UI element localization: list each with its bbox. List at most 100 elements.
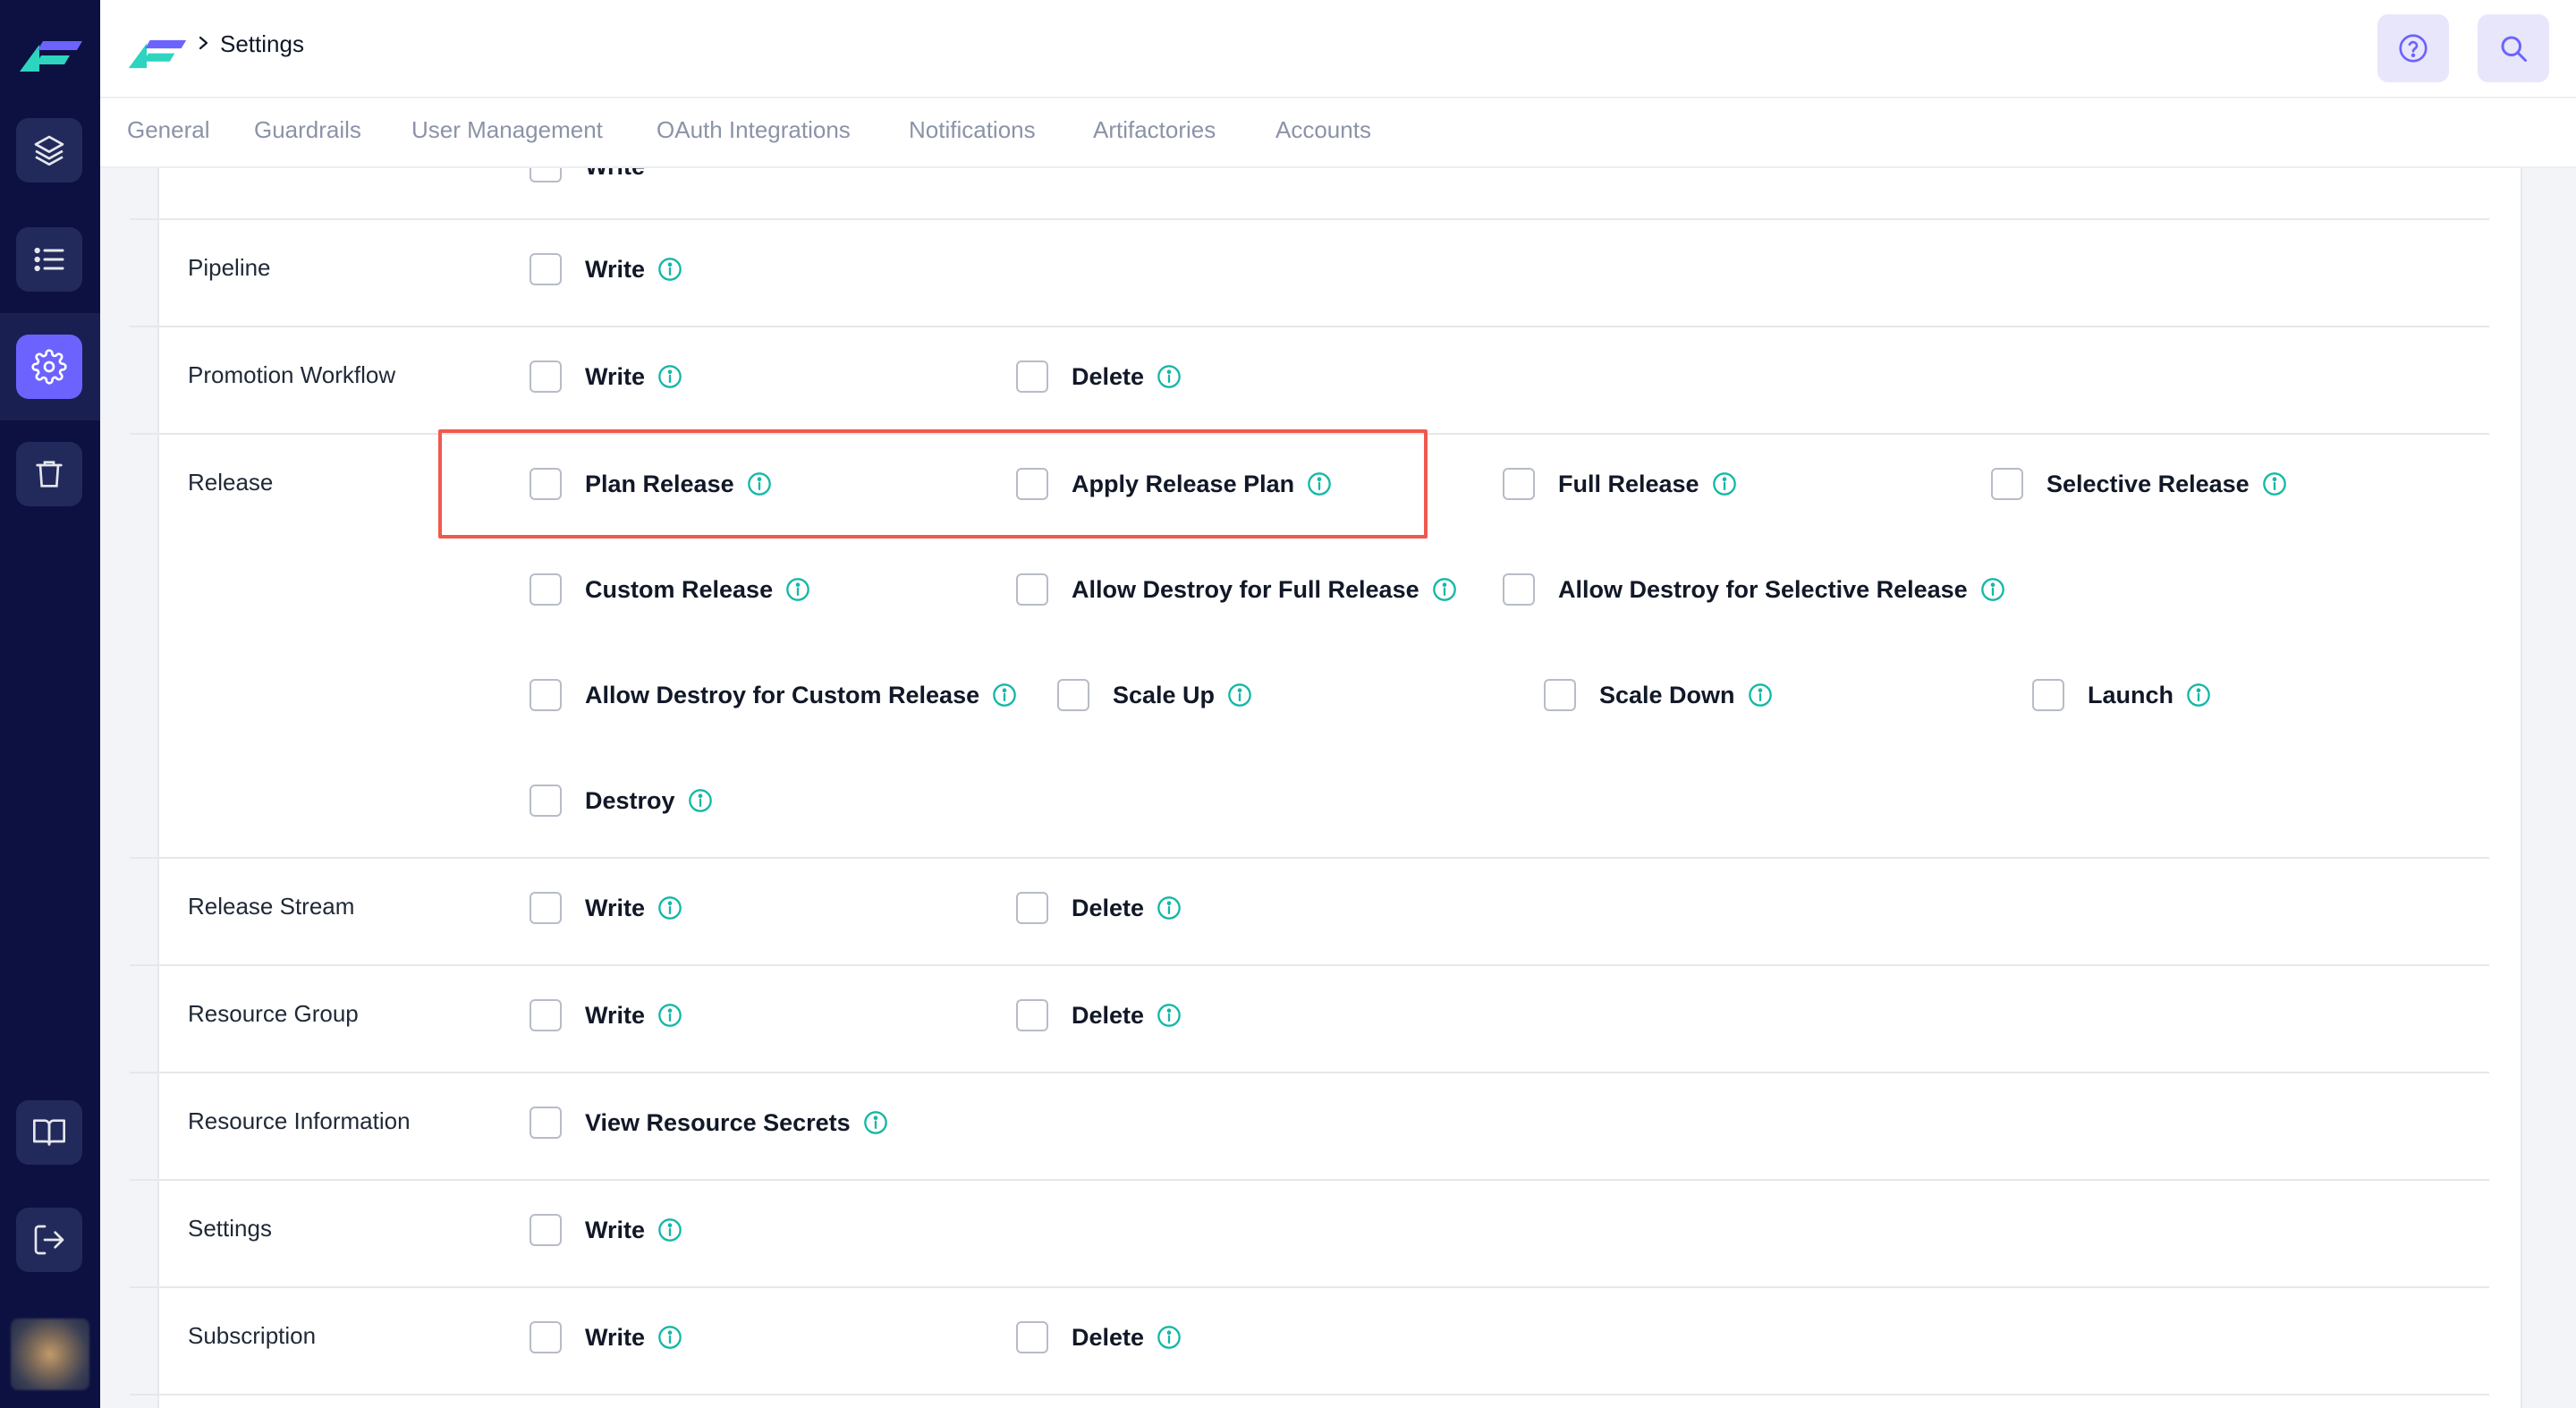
info-icon[interactable] xyxy=(2262,471,2287,496)
info-icon[interactable] xyxy=(1157,895,1182,920)
permission-item[interactable]: Write xyxy=(530,892,682,924)
permission-checkbox[interactable] xyxy=(530,785,562,817)
search-button[interactable] xyxy=(2478,14,2549,82)
info-icon[interactable] xyxy=(1157,1003,1182,1028)
permission-item[interactable]: Delete xyxy=(1016,892,1182,924)
permission-item[interactable]: View Resource Secrets xyxy=(530,1107,888,1139)
info-icon[interactable] xyxy=(657,1325,682,1350)
permission-item[interactable]: Allow Destroy for Custom Release xyxy=(530,679,1017,711)
row-label-release-stream: Release Stream xyxy=(188,893,355,920)
permission-item[interactable]: Custom Release xyxy=(530,573,810,606)
permission-checkbox[interactable] xyxy=(1016,360,1048,393)
permission-checkbox[interactable] xyxy=(530,360,562,393)
info-icon[interactable] xyxy=(2186,683,2211,708)
info-icon[interactable] xyxy=(1432,577,1457,602)
permission-label: Delete xyxy=(1072,362,1145,390)
permission-checkbox[interactable] xyxy=(530,1321,562,1353)
info-icon[interactable] xyxy=(657,895,682,920)
permission-item[interactable]: Destroy xyxy=(530,785,713,817)
tab-accounts[interactable]: Accounts xyxy=(1275,116,1371,144)
permission-item[interactable]: Write xyxy=(530,1321,682,1353)
rail-logout-button[interactable] xyxy=(16,1208,82,1272)
permission-checkbox[interactable] xyxy=(1057,679,1089,711)
permission-item[interactable]: Scale Up xyxy=(1057,679,1252,711)
permission-label: Write xyxy=(585,362,646,390)
permission-item[interactable]: Apply Release Plan xyxy=(1016,468,1332,500)
permission-label: Write xyxy=(585,894,646,921)
permission-item[interactable]: Delete xyxy=(1016,1321,1182,1353)
permission-item[interactable]: Selective Release xyxy=(1991,468,2287,500)
info-icon[interactable] xyxy=(1748,683,1773,708)
rail-list-button[interactable] xyxy=(16,227,82,292)
rail-settings-button[interactable] xyxy=(16,335,82,399)
permission-checkbox[interactable] xyxy=(2032,679,2064,711)
permission-checkbox[interactable] xyxy=(1016,1321,1048,1353)
permission-checkbox[interactable] xyxy=(1016,573,1048,606)
permission-checkbox[interactable] xyxy=(530,999,562,1031)
help-icon xyxy=(2399,34,2428,63)
info-icon[interactable] xyxy=(747,471,772,496)
permission-checkbox[interactable] xyxy=(1016,999,1048,1031)
tab-user-management[interactable]: User Management xyxy=(411,116,603,144)
permission-item[interactable]: Plan Release xyxy=(530,468,772,500)
permission-checkbox[interactable] xyxy=(530,573,562,606)
info-icon[interactable] xyxy=(1712,471,1737,496)
info-icon[interactable] xyxy=(1157,1325,1182,1350)
permission-label: View Resource Secrets xyxy=(585,1108,851,1136)
rail-docs-button[interactable] xyxy=(16,1100,82,1165)
permission-checkbox[interactable] xyxy=(1503,573,1535,606)
rail-resources-button[interactable] xyxy=(16,118,82,182)
permission-item[interactable]: Launch xyxy=(2032,679,2211,711)
info-icon[interactable] xyxy=(1157,364,1182,389)
permission-item[interactable]: Write xyxy=(530,1214,682,1246)
permission-checkbox[interactable] xyxy=(530,253,562,285)
tab-oauth-integrations[interactable]: OAuth Integrations xyxy=(657,116,851,144)
brand-logo[interactable] xyxy=(127,29,188,70)
permission-item[interactable]: Allow Destroy for Selective Release xyxy=(1503,573,2005,606)
permission-item[interactable]: Write xyxy=(530,999,682,1031)
permission-checkbox[interactable] xyxy=(530,468,562,500)
book-icon xyxy=(33,1119,65,1146)
info-icon[interactable] xyxy=(657,257,682,282)
info-icon[interactable] xyxy=(657,1003,682,1028)
row-divider xyxy=(130,326,2489,327)
info-icon[interactable] xyxy=(688,788,713,813)
permission-item[interactable]: Allow Destroy for Full Release xyxy=(1016,573,1457,606)
permission-checkbox[interactable] xyxy=(530,679,562,711)
tab-notifications[interactable]: Notifications xyxy=(909,116,1036,144)
info-icon[interactable] xyxy=(657,364,682,389)
info-icon[interactable] xyxy=(992,683,1017,708)
tab-general[interactable]: General xyxy=(127,116,210,144)
info-icon[interactable] xyxy=(657,1217,682,1243)
permission-label: Allow Destroy for Custom Release xyxy=(585,681,980,708)
trash-icon xyxy=(36,461,63,488)
permission-checkbox[interactable] xyxy=(530,1107,562,1139)
help-button[interactable] xyxy=(2377,14,2449,82)
permission-item[interactable]: Delete xyxy=(1016,999,1182,1031)
permission-checkbox[interactable] xyxy=(1016,468,1048,500)
permission-item[interactable]: Write xyxy=(530,253,682,285)
permission-checkbox[interactable] xyxy=(1016,892,1048,924)
rail-trash-button[interactable] xyxy=(16,442,82,506)
info-icon[interactable] xyxy=(863,1110,888,1135)
permission-checkbox[interactable] xyxy=(1503,468,1535,500)
avatar[interactable] xyxy=(11,1319,89,1390)
permission-item[interactable]: Write xyxy=(530,360,682,393)
permission-checkbox[interactable] xyxy=(1544,679,1576,711)
permission-checkbox[interactable] xyxy=(1991,468,2023,500)
permission-checkbox[interactable] xyxy=(530,1214,562,1246)
info-icon[interactable] xyxy=(1307,471,1332,496)
permission-item[interactable]: Delete xyxy=(1016,360,1182,393)
info-icon[interactable] xyxy=(1227,683,1252,708)
permission-checkbox[interactable] xyxy=(530,892,562,924)
info-icon[interactable] xyxy=(1980,577,2005,602)
permission-label: Selective Release xyxy=(2046,470,2250,497)
permission-label: Apply Release Plan xyxy=(1072,470,1295,497)
permission-item[interactable]: Scale Down xyxy=(1544,679,1773,711)
permission-label: Destroy xyxy=(585,786,675,814)
app-logo[interactable] xyxy=(20,29,82,73)
permission-item[interactable]: Full Release xyxy=(1503,468,1737,500)
tab-guardrails[interactable]: Guardrails xyxy=(254,116,361,144)
tab-artifactories[interactable]: Artifactories xyxy=(1093,116,1216,144)
info-icon[interactable] xyxy=(785,577,810,602)
